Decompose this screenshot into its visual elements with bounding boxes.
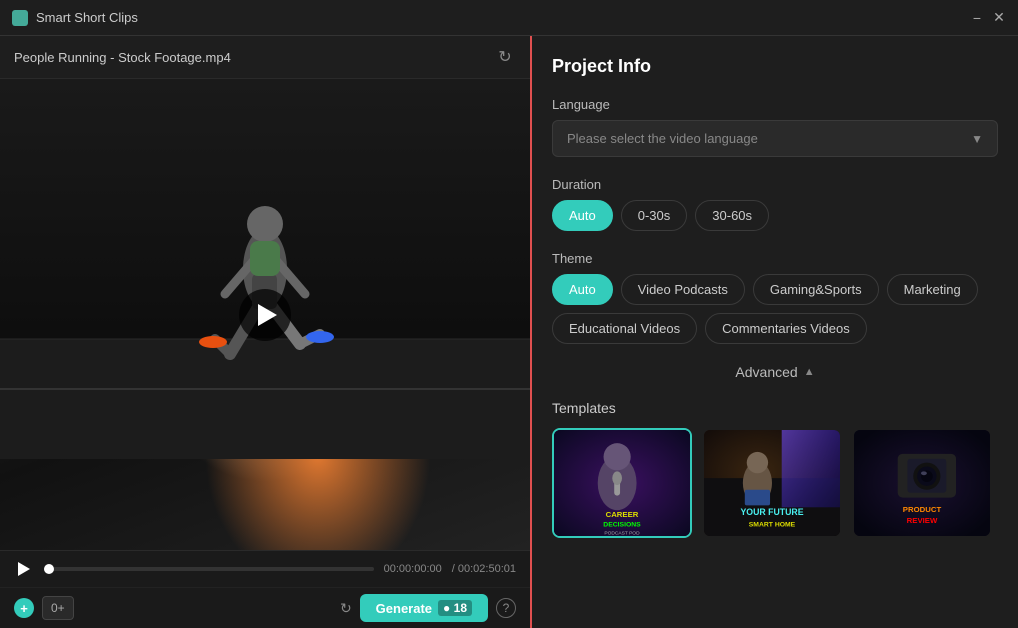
- help-button[interactable]: ?: [496, 598, 516, 618]
- progress-bar[interactable]: [44, 567, 374, 571]
- video-frame-svg: [0, 79, 530, 459]
- time-current: 00:00:00:00: [384, 563, 442, 575]
- status-circle: +: [14, 598, 34, 618]
- play-triangle-small: [18, 562, 30, 576]
- refresh-button[interactable]: ↻: [494, 46, 516, 68]
- video-area: [0, 79, 530, 550]
- template-card-3[interactable]: PRODUCT REVIEW: [852, 428, 992, 538]
- duration-options: Auto 0-30s 30-60s: [552, 200, 998, 231]
- project-info-title: Project Info: [552, 56, 998, 77]
- svg-text:YOUR FUTURE: YOUR FUTURE: [740, 507, 803, 517]
- title-bar: Smart Short Clips − ✕: [0, 0, 1018, 36]
- svg-text:CAREER: CAREER: [606, 510, 639, 519]
- svg-text:PRODUCT: PRODUCT: [903, 505, 942, 514]
- minimize-button[interactable]: −: [970, 11, 984, 25]
- template-bg-3: PRODUCT REVIEW: [854, 430, 990, 536]
- theme-commentaries-button[interactable]: Commentaries Videos: [705, 313, 867, 344]
- theme-video-podcasts-button[interactable]: Video Podcasts: [621, 274, 745, 305]
- progress-handle[interactable]: [44, 564, 54, 574]
- template-card-2[interactable]: YOUR FUTURE SMART HOME: [702, 428, 842, 538]
- theme-gaming-sports-button[interactable]: Gaming&Sports: [753, 274, 879, 305]
- svg-text:REVIEW: REVIEW: [907, 516, 938, 525]
- template-bg-1: CAREER DECISIONS PODCAST POD: [554, 430, 690, 536]
- templates-grid: CAREER DECISIONS PODCAST POD: [552, 428, 998, 538]
- theme-auto-button[interactable]: Auto: [552, 274, 613, 305]
- add-button[interactable]: 0+: [42, 596, 74, 620]
- chevron-down-icon: ▼: [971, 132, 983, 146]
- project-info: Project Info Language Please select the …: [532, 36, 1018, 568]
- add-label: 0+: [51, 601, 65, 615]
- advanced-row[interactable]: Advanced ▲: [552, 364, 998, 380]
- advanced-arrow-icon: ▲: [804, 366, 815, 378]
- svg-text:PODCAST POD: PODCAST POD: [604, 530, 640, 536]
- theme-educational-button[interactable]: Educational Videos: [552, 313, 697, 344]
- templates-label: Templates: [552, 400, 998, 416]
- left-panel: People Running - Stock Footage.mp4 ↻: [0, 36, 530, 628]
- template-bg-2: YOUR FUTURE SMART HOME: [704, 430, 840, 536]
- controls-bar: 00:00:00:00 / 00:02:50:01: [0, 550, 530, 587]
- duration-30-60-button[interactable]: 30-60s: [695, 200, 769, 231]
- play-button[interactable]: [239, 289, 291, 341]
- file-name: People Running - Stock Footage.mp4: [14, 50, 494, 65]
- close-button[interactable]: ✕: [992, 11, 1006, 25]
- window-controls: − ✕: [970, 11, 1006, 25]
- generate-count: ● 18: [438, 600, 472, 616]
- time-total: / 00:02:50:01: [452, 563, 516, 575]
- main-layout: People Running - Stock Footage.mp4 ↻: [0, 36, 1018, 628]
- play-button-small[interactable]: [14, 559, 34, 579]
- generate-label: Generate: [376, 601, 432, 616]
- help-label: ?: [503, 601, 510, 615]
- language-select[interactable]: Please select the video language ▼: [552, 120, 998, 157]
- right-panel: Project Info Language Please select the …: [530, 36, 1018, 628]
- template-1-svg: CAREER DECISIONS PODCAST POD: [554, 428, 690, 538]
- refresh-icon-bottom[interactable]: ↻: [340, 600, 352, 617]
- advanced-label: Advanced: [735, 364, 797, 380]
- duration-label: Duration: [552, 177, 998, 192]
- svg-text:DECISIONS: DECISIONS: [603, 522, 641, 529]
- templates-section: Templates: [552, 400, 998, 538]
- generate-button[interactable]: Generate ● 18: [360, 594, 488, 622]
- theme-label: Theme: [552, 251, 998, 266]
- language-label: Language: [552, 97, 998, 112]
- template-card-1[interactable]: CAREER DECISIONS PODCAST POD: [552, 428, 692, 538]
- app-title-group: Smart Short Clips: [12, 10, 138, 26]
- bottom-bar: + 0+ ↻ Generate ● 18 ?: [0, 587, 530, 628]
- language-placeholder: Please select the video language: [567, 131, 758, 146]
- template-3-svg: PRODUCT REVIEW: [854, 428, 990, 538]
- duration-auto-button[interactable]: Auto: [552, 200, 613, 231]
- template-2-svg: YOUR FUTURE SMART HOME: [704, 428, 840, 538]
- app-icon: [12, 10, 28, 26]
- file-bar: People Running - Stock Footage.mp4 ↻: [0, 36, 530, 79]
- theme-marketing-button[interactable]: Marketing: [887, 274, 978, 305]
- svg-text:SMART HOME: SMART HOME: [749, 522, 796, 529]
- play-icon: [258, 304, 277, 326]
- app-title: Smart Short Clips: [36, 10, 138, 25]
- duration-0-30-button[interactable]: 0-30s: [621, 200, 688, 231]
- theme-options: Auto Video Podcasts Gaming&Sports Market…: [552, 274, 998, 344]
